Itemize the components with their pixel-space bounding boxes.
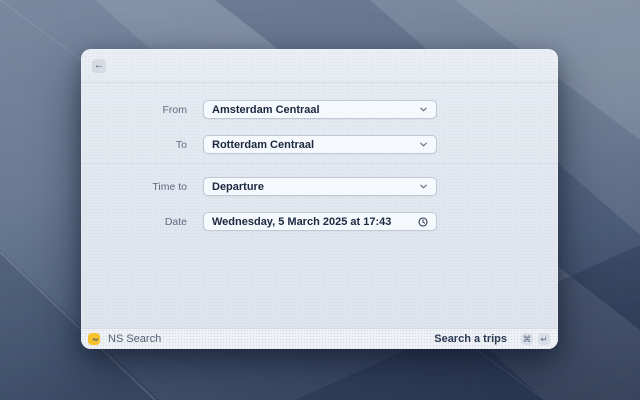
form-row-date: Date Wednesday, 5 March 2025 at 17:43 [81,212,558,231]
command-key-icon: ⌘ [521,333,533,345]
window-header: ← [81,49,558,83]
to-value: Rotterdam Centraal [212,139,419,151]
chevron-down-icon [419,140,428,149]
date-label: Date [81,216,187,228]
to-dropdown[interactable]: Rotterdam Centraal [203,135,437,154]
form-row-to: To Rotterdam Centraal [81,135,558,154]
form-section-divider [81,163,558,164]
search-trips-action[interactable]: Search a trips [434,333,507,345]
from-label: From [81,104,187,116]
from-dropdown[interactable]: Amsterdam Centraal [203,100,437,119]
chevron-down-icon [419,105,428,114]
form-row-from: From Amsterdam Centraal [81,100,558,119]
date-picker[interactable]: Wednesday, 5 March 2025 at 17:43 [203,212,437,231]
time-to-value: Departure [212,181,419,193]
return-key-icon: ↵ [538,333,550,345]
form-row-timeto: Time to Departure [81,177,558,196]
time-to-dropdown[interactable]: Departure [203,177,437,196]
ns-logo-icon [90,335,99,344]
ns-search-window: ← From Amsterdam Centraal To Rotterdam C… [81,49,558,349]
ns-app-icon [88,333,100,345]
back-button[interactable]: ← [92,59,106,73]
to-label: To [81,139,187,151]
app-name: NS Search [108,333,161,345]
footer-actions: Search a trips ⌘ ↵ [434,333,550,345]
back-arrow-icon: ← [94,61,104,71]
date-value: Wednesday, 5 March 2025 at 17:43 [212,216,418,228]
clock-icon [418,217,428,227]
trip-form: From Amsterdam Centraal To Rotterdam Cen… [81,83,558,328]
from-value: Amsterdam Centraal [212,104,419,116]
chevron-down-icon [419,182,428,191]
window-footer: NS Search Search a trips ⌘ ↵ [81,328,558,349]
time-to-label: Time to [81,181,187,193]
desktop: ← From Amsterdam Centraal To Rotterdam C… [0,0,640,400]
